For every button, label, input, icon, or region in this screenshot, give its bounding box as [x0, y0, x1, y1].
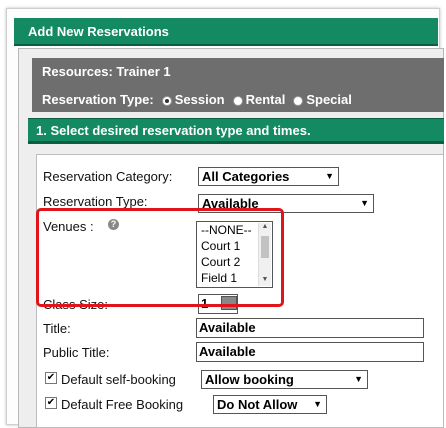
resource-label: Resources: Trainer 1: [42, 64, 171, 79]
public-title-input[interactable]: Available: [196, 342, 424, 362]
type-select[interactable]: Available ▼: [198, 194, 374, 213]
title-label: Title:: [43, 321, 71, 336]
self-booking-label: Default self-booking: [61, 372, 176, 387]
free-booking-checkbox[interactable]: ✔: [45, 397, 57, 409]
title-input[interactable]: Available: [196, 318, 424, 338]
venue-option[interactable]: Court 1: [201, 239, 240, 253]
type-label: Reservation Type:: [43, 194, 148, 209]
radio-rental[interactable]: [232, 95, 243, 106]
public-title-label: Public Title:: [43, 345, 110, 360]
resource-header: Resources: Trainer 1 Reservation Type: S…: [32, 58, 444, 112]
spinner-icon[interactable]: [221, 296, 237, 310]
venue-option[interactable]: --NONE--: [201, 223, 252, 237]
venue-option[interactable]: Court 2: [201, 255, 240, 269]
free-booking-select[interactable]: Do Not Allow ▼: [213, 395, 327, 414]
chevron-down-icon: ▼: [354, 374, 363, 384]
self-booking-checkbox[interactable]: ✔: [45, 372, 57, 384]
class-size-label: Class Size:: [43, 297, 109, 312]
radio-session[interactable]: [161, 95, 172, 106]
scroll-up-icon[interactable]: ▲: [259, 223, 271, 230]
chevron-down-icon: ▼: [313, 399, 322, 409]
scrollbar-thumb[interactable]: [261, 236, 269, 258]
free-booking-value: Do Not Allow: [217, 397, 298, 412]
step-header: 1. Select desired reservation type and t…: [28, 118, 444, 144]
category-value: All Categories: [202, 169, 290, 184]
free-booking-label: Default Free Booking: [61, 397, 184, 412]
venues-label: Venues :: [43, 219, 94, 234]
venues-listbox[interactable]: --NONE-- Court 1 Court 2 Field 1 ▲ ▼: [196, 221, 273, 288]
radio-special-label[interactable]: Special: [306, 92, 352, 107]
reservation-type-label: Reservation Type:: [42, 92, 154, 107]
help-icon[interactable]: ?: [108, 219, 119, 230]
class-size-value: 1: [201, 296, 209, 311]
radio-special[interactable]: [293, 95, 304, 106]
radio-rental-label[interactable]: Rental: [246, 92, 286, 107]
public-title-value: Available: [199, 344, 256, 359]
self-booking-value: Allow booking: [205, 372, 294, 387]
category-label: Reservation Category:: [43, 169, 173, 184]
chevron-down-icon: ▼: [325, 171, 334, 181]
venue-option[interactable]: Field 1: [201, 271, 237, 285]
title-value: Available: [199, 320, 256, 335]
self-booking-select[interactable]: Allow booking ▼: [201, 370, 368, 389]
dialog-title: Add New Reservations: [14, 18, 438, 46]
reservation-type-row: Reservation Type: Session Rental Special: [42, 92, 352, 107]
type-value: Available: [202, 196, 259, 211]
scroll-down-icon[interactable]: ▼: [259, 276, 271, 283]
category-select[interactable]: All Categories ▼: [198, 167, 339, 186]
chevron-down-icon: ▼: [360, 198, 369, 208]
venues-scrollbar[interactable]: ▲ ▼: [258, 223, 271, 286]
radio-session-label[interactable]: Session: [175, 92, 225, 107]
